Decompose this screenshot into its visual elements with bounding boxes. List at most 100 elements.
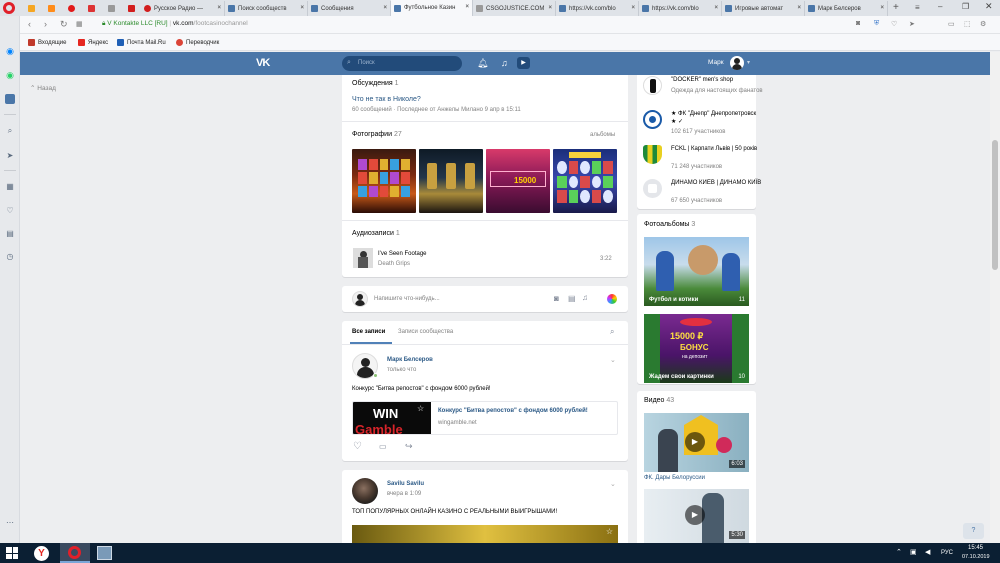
photo-thumbnail-2[interactable] [419,149,483,213]
tab-7[interactable]: Игровые автомат × [722,1,805,16]
tab-8[interactable]: Марк Белсеров × [805,1,888,16]
search-icon[interactable]: ⌕ [4,125,16,137]
discussions-title[interactable]: Обсуждения 1 [352,80,399,87]
pinned-tab-2[interactable] [44,1,58,15]
bookmark-mailru[interactable]: Почта Mail.Ru [117,39,166,46]
composer-input[interactable]: Напишите что-нибудь... [374,296,524,302]
close-tab-icon[interactable]: × [631,5,635,11]
album-cover-football-cats[interactable]: Футбол и котики 11 [644,237,749,306]
history-icon[interactable]: ◷ [4,250,16,262]
post-author[interactable]: Savilu Savilu [387,481,424,487]
clock-date[interactable]: 07.10.2019 [962,554,990,560]
more-icon[interactable]: ⋯ [4,516,16,528]
close-tab-icon[interactable]: × [217,5,221,11]
back-link[interactable]: ⌃ Назад [30,84,56,92]
close-tab-icon[interactable]: × [714,5,718,11]
snapshot-icon[interactable]: ◙ [856,20,860,27]
pinned-tab-5[interactable] [104,1,118,15]
forward-arrow-icon[interactable]: › [44,19,47,29]
bookmark-translate[interactable]: Переводчик [176,39,219,46]
opera-menu-button[interactable] [3,2,15,14]
pinned-tab-4[interactable] [84,1,98,15]
reload-icon[interactable]: ↻ [60,19,68,30]
volume-icon[interactable]: ◀︎ [925,548,930,556]
help-button[interactable]: ? [963,523,984,539]
post-time[interactable]: вчера в 1:09 [387,491,421,497]
close-window-button[interactable]: ✕ [985,1,993,12]
albums-link[interactable]: альбомы [590,132,615,138]
site-identity[interactable]: V Kontakte LLC [RU] [107,20,167,27]
video-title[interactable]: ФК. Дары Белоруссии [644,475,705,481]
tab-1[interactable]: Поиск сообществ × [225,1,308,16]
audio-artist[interactable]: Death Grips [378,261,410,267]
video-thumbnail-2[interactable]: ▶ 5:30 [644,489,749,543]
heart-icon[interactable]: ♡ [891,20,897,28]
tab-all-posts[interactable]: Все записи [352,329,385,335]
restore-window-button[interactable]: ❐ [962,2,969,11]
close-tab-icon[interactable]: × [465,4,469,10]
pinned-tab-1[interactable] [24,1,38,15]
pinned-tab-3[interactable] [64,1,78,15]
whatsapp-icon[interactable]: ◉ [4,69,16,81]
tab-4[interactable]: CSGOJUSTICE.COM × [473,1,556,16]
camera-icon[interactable]: ◙ [554,294,559,303]
settings-icon[interactable]: ⚙ [980,20,986,28]
music-icon[interactable]: ♫ [501,58,508,68]
post-time[interactable]: только что [387,367,416,373]
video-icon[interactable]: ▤ [568,294,576,303]
post-image[interactable]: ☆ [352,525,618,543]
minimize-window-button[interactable]: – [938,2,942,11]
messenger-icon[interactable]: ◉ [4,45,16,57]
photo-albums-title[interactable]: Фотоальбомы 3 [644,221,695,228]
close-tab-icon[interactable]: × [797,5,801,11]
tab-menu-icon[interactable]: ≡ [915,3,920,12]
keyboard-language[interactable]: РУС [941,550,953,556]
photo-thumbnail-1[interactable] [352,149,416,213]
post-author[interactable]: Марк Белсеров [387,357,433,363]
back-arrow-icon[interactable]: ‹ [28,19,31,29]
tab-2[interactable]: Сообщения × [308,1,391,16]
vk-messenger-icon[interactable] [4,93,16,105]
comment-icon[interactable]: ▭ [379,442,387,451]
videos-title[interactable]: Видео 43 [644,397,674,404]
extensions-icon[interactable]: ⬚ [964,20,971,28]
photos-title[interactable]: Фотографии 27 [352,131,402,138]
page-scrollbar[interactable] [990,52,1000,543]
tab-5[interactable]: https://vk.com/blo × [556,1,639,16]
pinned-tab-6[interactable] [124,1,138,15]
star-icon[interactable]: ☆ [606,527,613,536]
close-tab-icon[interactable]: × [300,5,304,11]
news-icon[interactable]: ▤ [4,227,16,239]
network-icon[interactable]: ▣ [910,548,917,556]
close-tab-icon[interactable]: × [383,5,387,11]
download-icon[interactable]: ▭ [948,20,955,28]
flow-icon[interactable]: ➤ [909,20,915,28]
audio-cover[interactable] [353,248,373,268]
windows-start-icon[interactable] [6,547,18,559]
like-icon[interactable]: ♡ [353,441,362,452]
shield-icon[interactable]: ⛨ [874,20,879,28]
explorer-taskbar-icon[interactable] [97,546,112,560]
photo-thumbnail-4[interactable] [553,149,617,213]
url-field[interactable]: 🔒︎ V Kontakte LLC [RU] | vk.com/footcasi… [102,20,248,28]
bookmark-yandex[interactable]: Яндекс [78,39,108,46]
notifications-bell-icon[interactable]: 🔔︎ [477,58,488,69]
tab-3[interactable]: Футбольное Казин × [391,0,473,16]
scrollbar-thumb[interactable] [992,140,998,270]
vk-user-name[interactable]: Марк [708,59,724,66]
new-tab-button[interactable]: + [893,2,899,13]
link-attachment[interactable]: WIN Gamble ☆ Конкурс "Битва репостов" с … [352,401,618,435]
avatar[interactable] [352,478,378,504]
speed-dial-icon[interactable]: ▦ [76,20,83,28]
chevron-down-icon[interactable]: ⌄ [610,480,616,488]
yandex-browser-icon[interactable]: Y [34,546,49,561]
video-thumbnail-1[interactable]: ▶ 6:03 [644,413,749,472]
tab-0[interactable]: Русское Радио — × [141,1,225,16]
speed-dial-icon[interactable]: ▦ [4,180,16,192]
close-tab-icon[interactable]: × [880,5,884,11]
graffiti-icon[interactable] [607,294,617,304]
audio-title[interactable]: Аудиозаписи 1 [352,230,400,237]
heart-icon[interactable]: ♡ [4,204,16,216]
tab-community-posts[interactable]: Записи сообщества [398,329,453,335]
share-icon[interactable]: ↪ [405,441,413,452]
